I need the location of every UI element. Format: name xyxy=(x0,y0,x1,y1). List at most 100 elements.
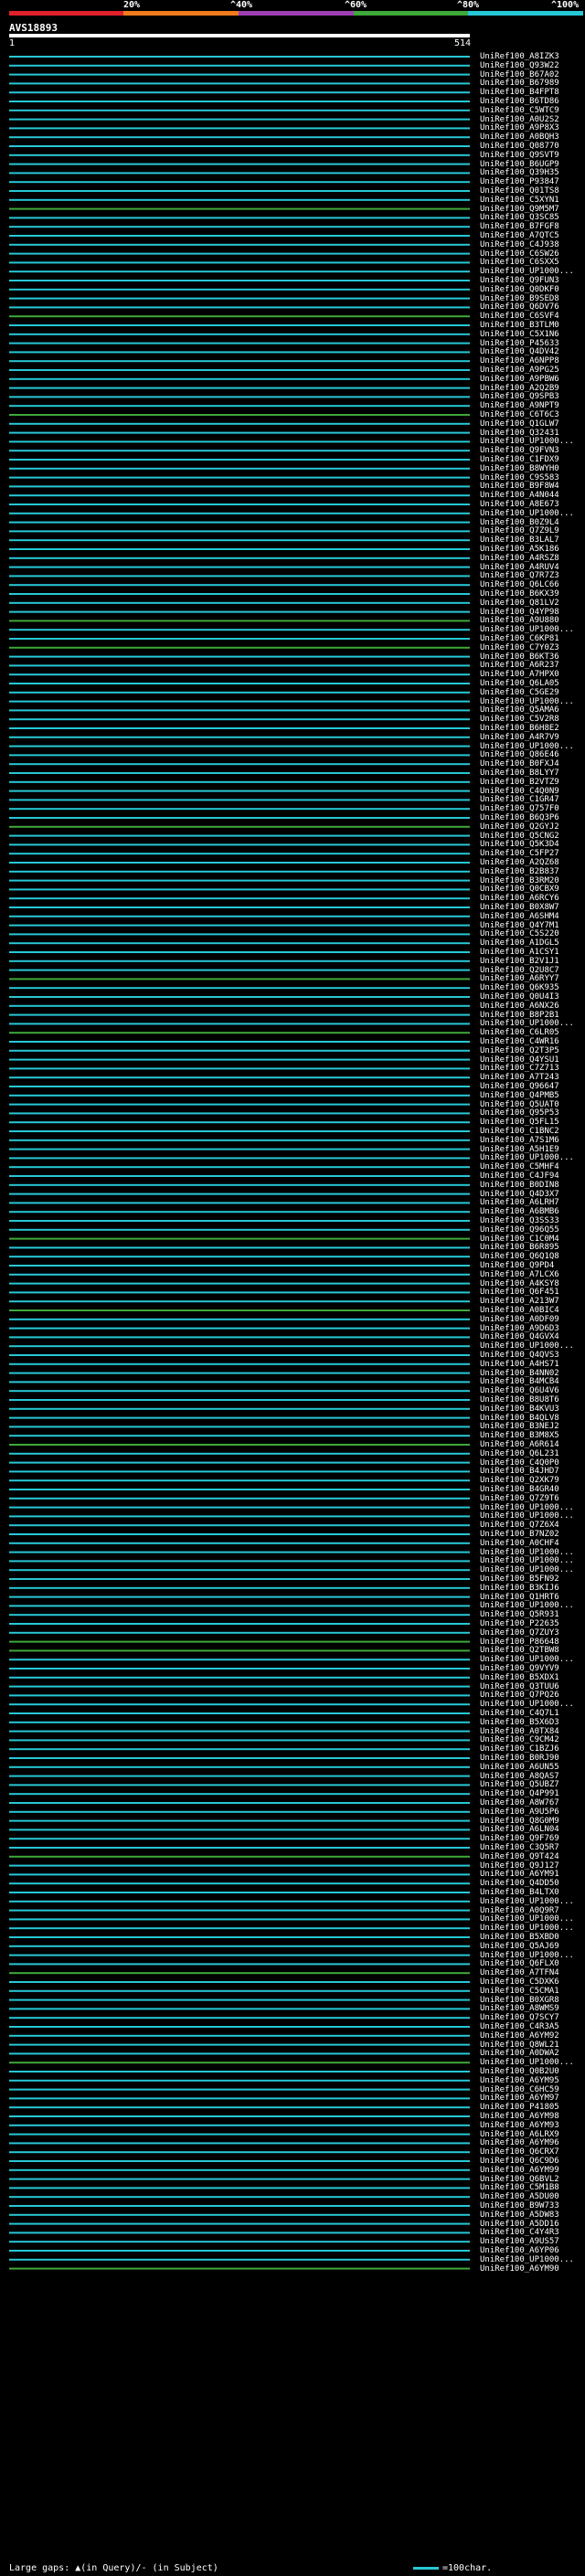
hit-label[interactable]: UniRef100_A9PBW6 xyxy=(480,375,559,384)
hit-bar[interactable] xyxy=(9,2151,470,2154)
hit-label[interactable]: UniRef100_UP1000... xyxy=(480,1153,574,1162)
hit-bar[interactable] xyxy=(9,1094,470,1097)
hit-bar[interactable] xyxy=(9,467,470,470)
hit-bar[interactable] xyxy=(9,718,470,721)
hit-label[interactable]: UniRef100_Q86E46 xyxy=(480,750,559,759)
hit-label[interactable]: UniRef100_B4MCB4 xyxy=(480,1377,559,1386)
hit-bar[interactable] xyxy=(9,2231,470,2234)
hit-label[interactable]: UniRef100_UP1000... xyxy=(480,2255,574,2264)
hit-label[interactable]: UniRef100_C1C0M4 xyxy=(480,1235,559,1244)
hit-label[interactable]: UniRef100_B4JHD7 xyxy=(480,1467,559,1476)
hit-bar[interactable] xyxy=(9,1265,470,1267)
hit-bar[interactable] xyxy=(9,369,470,371)
hit-bar[interactable] xyxy=(9,226,470,228)
hit-bar[interactable] xyxy=(9,190,470,192)
hit-label[interactable]: UniRef100_C4Q0N9 xyxy=(480,787,559,796)
hit-label[interactable]: UniRef100_Q9VYV9 xyxy=(480,1664,559,1673)
hit-label[interactable]: UniRef100_Q39H35 xyxy=(480,168,559,177)
hit-bar[interactable] xyxy=(9,181,470,184)
hit-bar[interactable] xyxy=(9,521,470,524)
hit-label[interactable]: UniRef100_C6KP81 xyxy=(480,634,559,643)
hit-bar[interactable] xyxy=(9,691,470,694)
hit-label[interactable]: UniRef100_A0TX84 xyxy=(480,1727,559,1736)
hit-bar[interactable] xyxy=(9,1542,470,1544)
hit-label[interactable]: UniRef100_B0FXJ4 xyxy=(480,759,559,769)
hit-label[interactable]: UniRef100_C5DXK6 xyxy=(480,1977,559,1987)
hit-label[interactable]: UniRef100_UP1000... xyxy=(480,437,574,446)
hit-label[interactable]: UniRef100_UP1000... xyxy=(480,2058,574,2067)
hit-label[interactable]: UniRef100_C6HC59 xyxy=(480,2085,559,2094)
hit-label[interactable]: UniRef100_Q5UAT0 xyxy=(480,1100,559,1109)
hit-bar[interactable] xyxy=(9,154,470,156)
hit-bar[interactable] xyxy=(9,476,470,479)
hit-label[interactable]: UniRef100_A8E673 xyxy=(480,500,559,509)
hit-label[interactable]: UniRef100_A4R7V9 xyxy=(480,733,559,742)
hit-label[interactable]: UniRef100_A6YM98 xyxy=(480,2112,559,2121)
hit-bar[interactable] xyxy=(9,834,470,837)
hit-label[interactable]: UniRef100_Q6Q1Q8 xyxy=(480,1252,559,1261)
hit-bar[interactable] xyxy=(9,512,470,514)
hit-label[interactable]: UniRef100_A7TFN4 xyxy=(480,1968,559,1977)
hit-bar[interactable] xyxy=(9,1013,470,1016)
hit-label[interactable]: UniRef100_C5MHF4 xyxy=(480,1162,559,1171)
hit-bar[interactable] xyxy=(9,539,470,542)
hit-label[interactable]: UniRef100_C6LR05 xyxy=(480,1028,559,1037)
hit-label[interactable]: UniRef100_B67A02 xyxy=(480,70,559,80)
hit-label[interactable]: UniRef100_UP1000... xyxy=(480,1503,574,1512)
hit-label[interactable]: UniRef100_A8WMS9 xyxy=(480,2004,559,2013)
hit-label[interactable]: UniRef100_Q4P991 xyxy=(480,1789,559,1798)
hit-bar[interactable] xyxy=(9,297,470,300)
hit-label[interactable]: UniRef100_C4J938 xyxy=(480,240,559,249)
hit-label[interactable]: UniRef100_C5XYN1 xyxy=(480,196,559,205)
hit-label[interactable]: UniRef100_Q3SS33 xyxy=(480,1216,559,1225)
hit-bar[interactable] xyxy=(9,1139,470,1141)
hit-label[interactable]: UniRef100_Q96647 xyxy=(480,1082,559,1091)
hit-label[interactable]: UniRef100_UP1000... xyxy=(480,1019,574,1028)
hit-bar[interactable] xyxy=(9,790,470,792)
hit-bar[interactable] xyxy=(9,1595,470,1598)
hit-label[interactable]: UniRef100_Q5UBZ7 xyxy=(480,1780,559,1789)
hit-bar[interactable] xyxy=(9,683,470,684)
hit-bar[interactable] xyxy=(9,2267,470,2270)
hit-bar[interactable] xyxy=(9,1649,470,1652)
hit-bar[interactable] xyxy=(9,1354,470,1356)
hit-bar[interactable] xyxy=(9,387,470,389)
hit-label[interactable]: UniRef100_Q7PQ26 xyxy=(480,1691,559,1700)
hit-label[interactable]: UniRef100_C4Q7L1 xyxy=(480,1709,559,1718)
hit-label[interactable]: UniRef100_Q96Q55 xyxy=(480,1225,559,1235)
hit-bar[interactable] xyxy=(9,1586,470,1589)
hit-bar[interactable] xyxy=(9,1121,470,1124)
hit-bar[interactable] xyxy=(9,450,470,452)
hit-label[interactable]: UniRef100_UP1000... xyxy=(480,1601,574,1610)
hit-bar[interactable] xyxy=(9,1640,470,1643)
hit-bar[interactable] xyxy=(9,1175,470,1177)
hit-bar[interactable] xyxy=(9,1819,470,1822)
hit-label[interactable]: UniRef100_A7QTC5 xyxy=(480,231,559,240)
hit-bar[interactable] xyxy=(9,763,470,766)
hit-label[interactable]: UniRef100_Q6L231 xyxy=(480,1449,559,1458)
hit-label[interactable]: UniRef100_A9PG25 xyxy=(480,366,559,375)
hit-label[interactable]: UniRef100_Q9FVN3 xyxy=(480,446,559,455)
hit-bar[interactable] xyxy=(9,1873,470,1876)
hit-bar[interactable] xyxy=(9,1838,470,1840)
hit-label[interactable]: UniRef100_Q2T3P5 xyxy=(480,1046,559,1055)
hit-bar[interactable] xyxy=(9,799,470,801)
hit-label[interactable]: UniRef100_B0XGR8 xyxy=(480,1996,559,2005)
hit-label[interactable]: UniRef100_Q08770 xyxy=(480,142,559,151)
hit-label[interactable]: UniRef100_A6RYY7 xyxy=(480,974,559,983)
hit-bar[interactable] xyxy=(9,745,470,747)
hit-label[interactable]: UniRef100_Q6FLX0 xyxy=(480,1959,559,1968)
hit-bar[interactable] xyxy=(9,1362,470,1365)
hit-label[interactable]: UniRef100_P22635 xyxy=(480,1619,559,1628)
hit-label[interactable]: UniRef100_A7S1M6 xyxy=(480,1136,559,1145)
hit-label[interactable]: UniRef100_Q6F451 xyxy=(480,1288,559,1297)
hit-bar[interactable] xyxy=(9,1703,470,1706)
hit-label[interactable]: UniRef100_A9U880 xyxy=(480,616,559,625)
hit-label[interactable]: UniRef100_Q9M5M7 xyxy=(480,205,559,214)
hit-bar[interactable] xyxy=(9,1076,470,1079)
hit-label[interactable]: UniRef100_B3M8X5 xyxy=(480,1431,559,1440)
hit-bar[interactable] xyxy=(9,870,470,873)
hit-bar[interactable] xyxy=(9,2160,470,2162)
hit-bar[interactable] xyxy=(9,1829,470,1831)
hit-bar[interactable] xyxy=(9,1631,470,1634)
